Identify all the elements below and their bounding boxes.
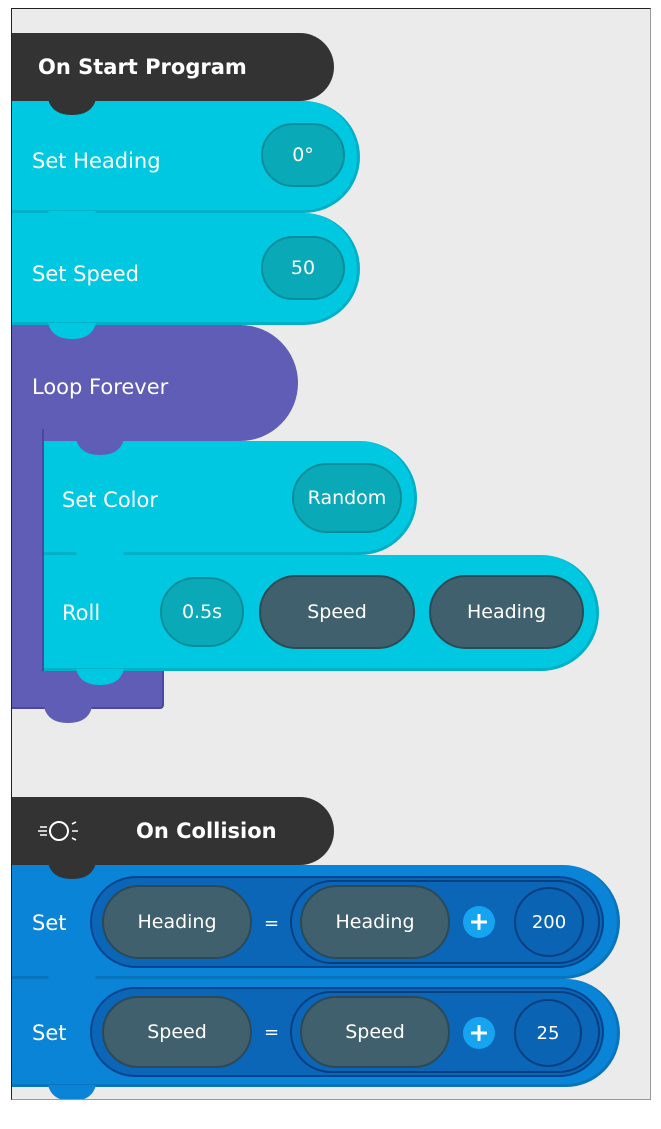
speed-target-variable[interactable]: Speed	[102, 996, 252, 1068]
speed-source-variable[interactable]: Speed	[300, 996, 450, 1068]
set-speed-operator-bottom-notch	[48, 1085, 96, 1099]
collision-icon	[38, 821, 78, 841]
roll-heading-variable-pill[interactable]: Heading	[429, 575, 584, 649]
roll-bottom-notch	[76, 669, 124, 685]
speed-plus-operator[interactable]	[463, 1017, 495, 1049]
collision-bottom-notch	[48, 863, 96, 879]
heading-source-variable[interactable]: Heading	[300, 885, 450, 959]
set-color-bottom-notch	[76, 552, 124, 568]
set-speed-operator-label: Set	[32, 1021, 67, 1045]
set-speed-label: Set Speed	[32, 262, 139, 286]
heading-amount-value[interactable]: 200	[514, 887, 584, 957]
roll-duration-pill[interactable]: 0.5s	[160, 577, 244, 647]
set-heading-bottom-notch	[48, 211, 96, 227]
loop-bottom-notch	[44, 707, 92, 723]
heading-plus-operator[interactable]	[463, 906, 495, 938]
set-heading-operator-label: Set	[32, 911, 67, 935]
set-color-label: Set Color	[62, 488, 158, 512]
code-canvas: Loop Forever Set Speed 50 Set Heading 0°…	[11, 8, 651, 1100]
set-heading-operator-bottom-notch	[48, 976, 96, 992]
loop-forever-label: Loop Forever	[32, 375, 169, 399]
roll-label: Roll	[62, 601, 101, 625]
speed-value-pill[interactable]: 50	[261, 236, 345, 300]
on-collision-title: On Collision	[136, 819, 277, 843]
heading-equals-sign: =	[264, 913, 280, 934]
loop-inner-notch	[76, 439, 124, 455]
plus-icon	[471, 914, 487, 930]
plus-icon	[471, 1025, 487, 1041]
set-speed-bottom-notch	[48, 323, 96, 339]
speed-amount-value[interactable]: 25	[514, 999, 582, 1067]
heading-value-pill[interactable]: 0°	[261, 123, 345, 187]
speed-equals-sign: =	[264, 1022, 280, 1043]
heading-target-variable[interactable]: Heading	[102, 885, 252, 959]
color-value-pill[interactable]: Random	[292, 463, 402, 533]
on-start-program-title: On Start Program	[38, 55, 247, 79]
roll-speed-variable-pill[interactable]: Speed	[259, 575, 415, 649]
start-bottom-notch	[48, 99, 96, 115]
set-heading-label: Set Heading	[32, 149, 161, 173]
loop-forever-arm	[12, 429, 44, 709]
